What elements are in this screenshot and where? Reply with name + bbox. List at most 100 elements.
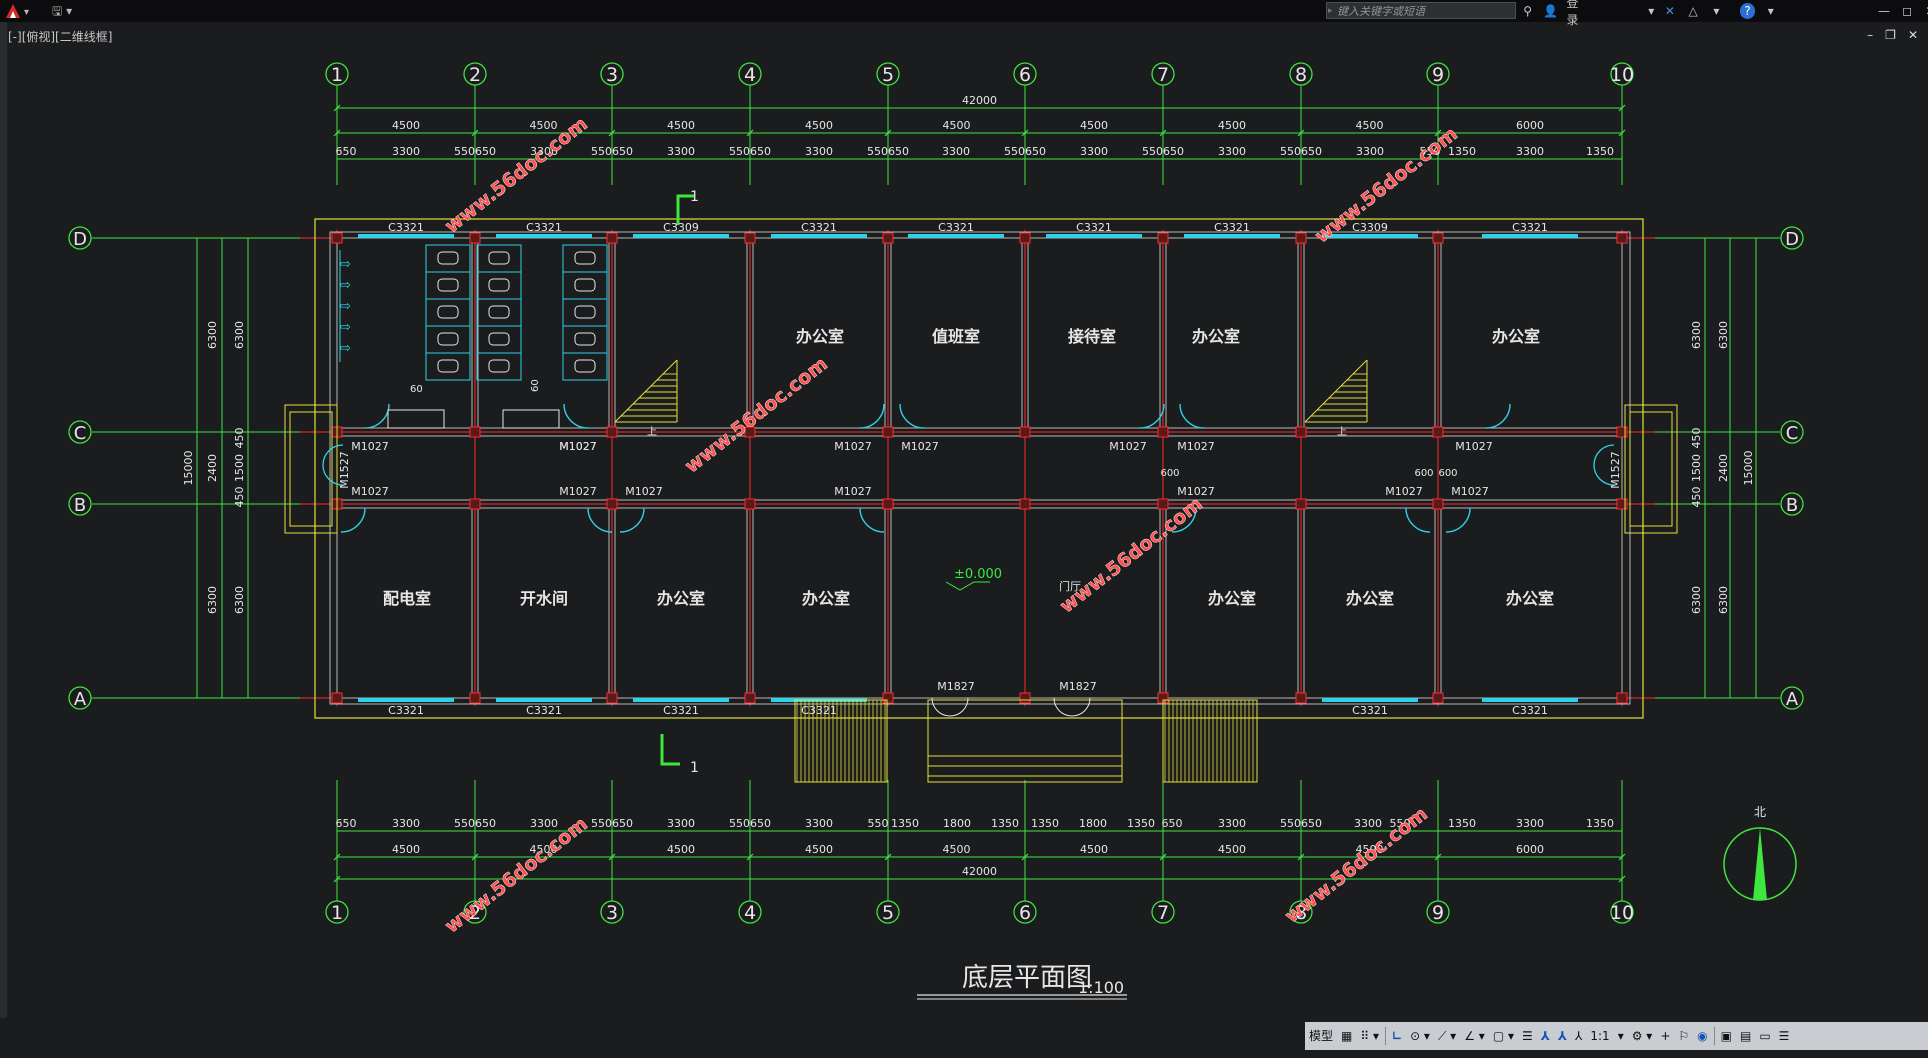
properties-icon[interactable]: ▣ [1717, 1025, 1736, 1047]
grid-icon[interactable]: ▦ [1337, 1025, 1356, 1047]
toilet-fixture [488, 278, 510, 292]
window-top-label: C3321 [1512, 221, 1548, 234]
door-swing [1179, 403, 1205, 429]
window-top-label: C3321 [1214, 221, 1250, 234]
dim-bays-bottom-label: 4500 [667, 843, 695, 856]
dim-detail-bottom-label: 550650 [454, 817, 496, 830]
side-door-label: M1527 [338, 451, 351, 489]
annotation-scale-icon[interactable]: ⅄ [1571, 1025, 1586, 1047]
dim-side-label: 1500 [1690, 454, 1703, 482]
door-swing [1071, 697, 1091, 717]
window-top [771, 234, 867, 238]
dim-detail-bottom-label: 550650 [729, 817, 771, 830]
transparency-icon[interactable]: ▢ ▾ [1489, 1025, 1518, 1047]
axis-label: C [1786, 423, 1799, 444]
lineweight-icon[interactable]: ∠ ▾ [1460, 1025, 1489, 1047]
column [469, 692, 481, 704]
column [882, 498, 894, 510]
axis-label: D [73, 229, 87, 250]
toilet-fixture [437, 251, 459, 265]
column [469, 498, 481, 510]
window-bottom [1322, 698, 1418, 702]
window-top [1046, 234, 1142, 238]
dim-bays-top-label: 4500 [667, 119, 695, 132]
dim-detail-top-label: 3300 [1080, 145, 1108, 158]
fullscreen-icon[interactable]: ▭ [1755, 1025, 1774, 1047]
column [606, 232, 618, 244]
door-swing [1405, 507, 1431, 533]
column [1432, 426, 1444, 438]
room-label: 接待室 [1068, 327, 1116, 346]
door-b-label: M1027 [1385, 485, 1423, 498]
window-top-label: C3309 [1352, 221, 1388, 234]
osnap-icon[interactable]: ⟋ ▾ [1434, 1025, 1460, 1047]
snap-icon[interactable]: ⠿ ▾ [1356, 1025, 1383, 1047]
model-tab[interactable]: 模型 [1305, 1025, 1337, 1047]
axis-grid: 1122334455667788991010D DC CB BA A [68, 62, 1804, 924]
column [1157, 498, 1169, 510]
dim-detail-bottom-label: 1800 [1079, 817, 1107, 830]
auto-scale-icon[interactable]: ⅄ [1554, 1025, 1571, 1047]
room-label: 办公室 [1492, 327, 1540, 346]
toilet-fixture [488, 251, 510, 265]
drawing-canvas[interactable]: 1122334455667788991010D DC CB BA A 420004200… [0, 0, 1928, 1018]
door-c-label: M1027 [351, 440, 389, 453]
column [1019, 232, 1031, 244]
axis-label: B [74, 495, 86, 516]
door-b-label: M1027 [1451, 485, 1489, 498]
stair-stringer [614, 359, 678, 423]
dim-overall-bottom-label: 42000 [962, 865, 997, 878]
axis-label: 1 [331, 902, 343, 924]
gear-icon[interactable]: ⚙ ▾ [1628, 1025, 1657, 1047]
ortho-icon[interactable]: ∟ [1388, 1025, 1406, 1047]
room-label: 开水间 [520, 589, 568, 608]
door-swing [340, 507, 366, 533]
plus-icon[interactable]: + [1656, 1025, 1674, 1047]
chevron-down-icon[interactable]: ▾ [1614, 1025, 1628, 1047]
door-swing [859, 507, 885, 533]
main-door-label: M1827 [937, 680, 975, 693]
customize-icon[interactable]: ☰ [1775, 1025, 1794, 1047]
column [331, 232, 343, 244]
dim-bays-bottom-label: 4500 [1080, 843, 1108, 856]
selection-cycle-icon[interactable]: ☰ [1518, 1025, 1537, 1047]
column [606, 426, 618, 438]
axis-label: 1 [331, 64, 343, 86]
axis-label: 7 [1157, 64, 1169, 86]
stair-up-label: 上 [647, 426, 657, 438]
axis-label: B [1786, 495, 1798, 516]
workspace-icon[interactable]: ▤ [1736, 1025, 1755, 1047]
elevation-label: ±0.000 [954, 567, 1002, 582]
door-swing [587, 507, 613, 533]
column [469, 232, 481, 244]
door-swing [364, 403, 390, 429]
window-bottom [633, 698, 729, 702]
window-top [1482, 234, 1578, 238]
dim-detail-top-label: 1350 [1586, 145, 1614, 158]
north-arrow-needle [1753, 828, 1767, 900]
door-swing [563, 403, 589, 429]
dim-side-label: 6300 [1717, 586, 1730, 614]
isolate-icon[interactable]: ⚐ [1674, 1025, 1693, 1047]
window-bottom [358, 698, 454, 702]
annotation-visibility-icon[interactable]: ⅄ [1537, 1025, 1554, 1047]
dim-overall-top-label: 42000 [962, 94, 997, 107]
axis-label: 2 [469, 64, 481, 86]
dim-detail-bottom-label: 3300 [1218, 817, 1246, 830]
watermark-text: www.56doc.com [441, 813, 592, 938]
window-top-label: C3309 [663, 221, 699, 234]
door-c-label: M1027 [1455, 440, 1493, 453]
dim-detail-bottom-label: 3300 [1516, 817, 1544, 830]
door-b-label: M1027 [559, 485, 597, 498]
dim-side-label: 2400 [206, 454, 219, 482]
dim-detail-top-label: 550650 [591, 145, 633, 158]
dim-detail-bottom-label: 1350 [1586, 817, 1614, 830]
hardware-accel-icon[interactable]: ◉ [1693, 1025, 1711, 1047]
column [1432, 692, 1444, 704]
dim-side-label: 6300 [206, 586, 219, 614]
polar-icon[interactable]: ⊙ ▾ [1406, 1025, 1434, 1047]
axis-label: 10 [1610, 902, 1634, 924]
axis-label: 7 [1157, 902, 1169, 924]
stair-stringer [1304, 359, 1368, 423]
annotation-scale-value[interactable]: 1:1 [1586, 1025, 1613, 1047]
